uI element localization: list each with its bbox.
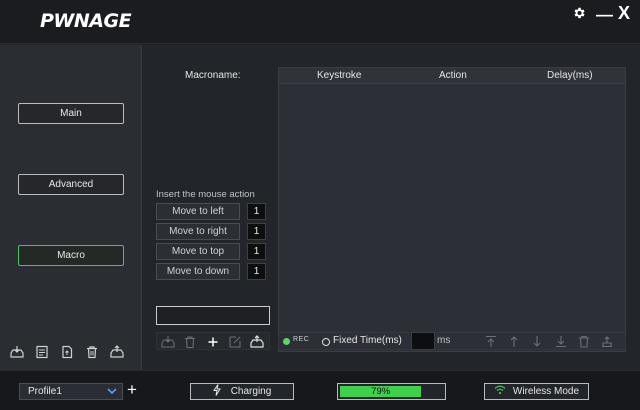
move-to-top-icon[interactable] bbox=[485, 335, 497, 348]
edit-macro-icon[interactable] bbox=[228, 335, 242, 349]
export-icon[interactable] bbox=[110, 345, 124, 361]
wireless-mode-button[interactable]: Wireless Mode bbox=[484, 383, 589, 400]
fixed-time-radio[interactable] bbox=[322, 338, 330, 346]
profile-select[interactable]: Profile1 bbox=[19, 383, 123, 400]
sidebar-item-macro[interactable]: Macro bbox=[18, 245, 124, 266]
move-down-value[interactable]: 1 bbox=[247, 263, 266, 280]
sidebar-item-advanced[interactable]: Advanced bbox=[18, 174, 124, 195]
sidebar: Main Advanced Macro bbox=[0, 45, 142, 370]
move-left-button[interactable]: Move to left bbox=[156, 203, 240, 220]
ms-unit-label: ms bbox=[437, 335, 451, 346]
title-bar: PWNAGE — X bbox=[0, 0, 640, 44]
battery-meter: 79% bbox=[337, 383, 446, 400]
notes-icon[interactable] bbox=[35, 345, 49, 361]
fixed-time-label: Fixed Time(ms) bbox=[333, 335, 402, 346]
move-top-value[interactable]: 1 bbox=[247, 243, 266, 260]
status-footer: Profile1 + Charging 79% Wireless Mode bbox=[0, 370, 640, 410]
mouse-action-title: Insert the mouse action bbox=[156, 189, 255, 200]
add-profile-button[interactable]: + bbox=[127, 381, 137, 399]
macro-list-toolbar bbox=[156, 332, 270, 350]
delete-step-icon[interactable] bbox=[578, 335, 590, 348]
import-macro-icon[interactable] bbox=[161, 335, 175, 349]
minimize-button[interactable]: — bbox=[596, 6, 613, 24]
fixed-time-input[interactable] bbox=[411, 332, 435, 350]
move-down-button[interactable]: Move to down bbox=[156, 263, 240, 280]
profile-select-value: Profile1 bbox=[28, 386, 62, 397]
move-right-button[interactable]: Move to right bbox=[156, 223, 240, 240]
column-keystroke: Keystroke bbox=[317, 70, 362, 81]
chevron-down-icon bbox=[107, 387, 117, 398]
charging-label: Charging bbox=[230, 386, 272, 397]
table-header: Keystroke Action Delay(ms) bbox=[279, 68, 625, 84]
clear-steps-icon[interactable] bbox=[601, 335, 613, 348]
sidebar-item-main[interactable]: Main bbox=[18, 103, 124, 124]
import-icon[interactable] bbox=[10, 345, 24, 361]
record-label[interactable]: REC bbox=[293, 336, 309, 343]
app-logo: PWNAGE bbox=[40, 10, 132, 32]
move-left-value[interactable]: 1 bbox=[247, 203, 266, 220]
macro-name-input[interactable] bbox=[156, 306, 270, 325]
move-up-icon[interactable] bbox=[508, 335, 520, 348]
gear-icon[interactable] bbox=[572, 6, 586, 24]
close-button[interactable]: X bbox=[618, 4, 630, 22]
charging-status: Charging bbox=[190, 383, 294, 400]
battery-fill: 79% bbox=[340, 386, 422, 397]
battery-percent: 79% bbox=[371, 386, 391, 397]
move-down-icon[interactable] bbox=[531, 335, 543, 348]
column-delay: Delay(ms) bbox=[547, 70, 593, 81]
wireless-mode-label: Wireless Mode bbox=[512, 386, 580, 397]
macro-table[interactable]: Keystroke Action Delay(ms) bbox=[278, 67, 626, 352]
column-action: Action bbox=[439, 70, 467, 81]
move-to-bottom-icon[interactable] bbox=[555, 335, 567, 348]
trash-icon[interactable] bbox=[85, 345, 99, 361]
move-right-value[interactable]: 1 bbox=[247, 223, 266, 240]
macroname-label: Macroname: bbox=[185, 70, 241, 81]
export-file-icon[interactable] bbox=[60, 345, 74, 361]
export-macro-icon[interactable] bbox=[250, 335, 264, 349]
wifi-icon bbox=[494, 385, 506, 398]
move-top-button[interactable]: Move to top bbox=[156, 243, 240, 260]
macro-record-bar: REC Fixed Time(ms) ms bbox=[278, 332, 626, 350]
macro-panel: Macroname: Keystroke Action Delay(ms) In… bbox=[143, 45, 640, 370]
sidebar-toolbar bbox=[0, 345, 142, 363]
add-macro-icon[interactable] bbox=[206, 335, 220, 349]
delete-macro-icon[interactable] bbox=[183, 335, 197, 349]
lightning-icon bbox=[212, 384, 221, 399]
record-dot-icon[interactable] bbox=[283, 338, 290, 345]
